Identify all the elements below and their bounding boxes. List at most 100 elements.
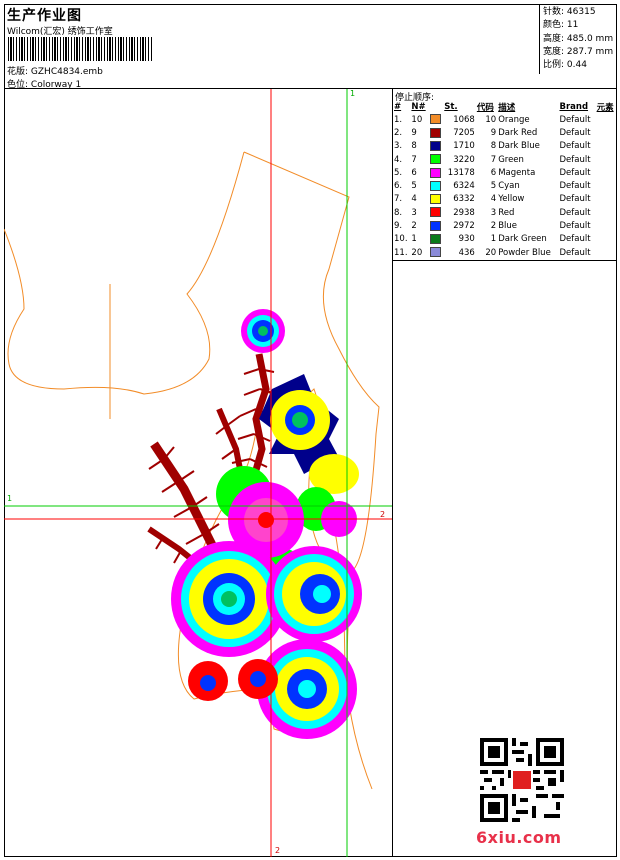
- barcode: [8, 37, 153, 61]
- needle-number: 9: [411, 127, 417, 138]
- table-row: 3. 8 1710 8 Dark Blue Default: [393, 140, 617, 153]
- needle-number: 3: [411, 207, 417, 218]
- design-name: 花版: GZHC4834.emb: [7, 67, 103, 77]
- color-swatch: [429, 233, 444, 246]
- color-description: Green: [498, 154, 524, 165]
- table-row: 1. 10 1068 10 Orange Default: [393, 113, 617, 126]
- color-code: 6: [490, 167, 497, 178]
- table-row: 8. 3 2938 3 Red Default: [393, 206, 617, 219]
- color-code: 8: [490, 141, 497, 152]
- color-swatch: [429, 219, 444, 232]
- color-code: 9: [490, 127, 497, 138]
- stat-stitches: 针数: 46315: [543, 7, 596, 17]
- needle-number: 7: [411, 154, 417, 165]
- color-description: Red: [498, 207, 515, 218]
- embroidery-preview: [4, 89, 392, 857]
- stop-index: 2.: [394, 127, 403, 138]
- color-swatch: [429, 126, 444, 139]
- color-swatch-icon: [429, 127, 441, 138]
- color-swatch-icon: [429, 180, 441, 191]
- qr-seal-icon: [511, 769, 533, 791]
- needle-number: 1: [411, 234, 417, 245]
- color-description: Powder Blue: [498, 247, 551, 258]
- brand: Default: [559, 221, 591, 232]
- table-row: 6. 5 6324 5 Cyan Default: [393, 179, 617, 192]
- needle-number: 5: [411, 181, 417, 192]
- brand: Default: [559, 154, 591, 165]
- stitch-count: 1068: [453, 114, 475, 125]
- stitch-count: 6332: [453, 194, 475, 205]
- brand: Default: [559, 234, 591, 245]
- stitch-count: 2938: [453, 207, 475, 218]
- table-divider: [393, 260, 617, 261]
- element: [596, 206, 617, 219]
- color-description: Magenta: [498, 167, 536, 178]
- brand: Default: [559, 247, 591, 258]
- element: [596, 113, 617, 126]
- stitch-count: 930: [458, 234, 475, 245]
- stop-index: 3.: [394, 141, 403, 152]
- stop-sequence-table: # N# St. 代码 描述 Brand 元素 1. 10 1068 10 Orange…: [393, 101, 617, 259]
- page-title: 生产作业图: [7, 8, 82, 24]
- color-swatch: [429, 113, 444, 126]
- stat-colors: 颜色: 11: [543, 20, 579, 31]
- stop-index: 7.: [394, 194, 403, 205]
- element: [596, 140, 617, 153]
- stitch-count: 1710: [453, 141, 475, 152]
- stop-index: 9.: [394, 221, 403, 232]
- stat-height: 高度: 485.0 mm: [543, 33, 614, 44]
- color-description: Dark Red: [498, 127, 538, 138]
- stop-index: 10.: [394, 234, 408, 245]
- watermark-logo: 6xiu.com: [476, 828, 562, 847]
- stats-panel: 针数: 46315 颜色: 11 高度: 485.0 mm 宽度: 287.7 …: [539, 4, 617, 74]
- color-swatch: [429, 140, 444, 153]
- brand: Default: [559, 127, 591, 138]
- color-swatch-icon: [429, 114, 441, 125]
- guide-label-h2: 2: [380, 510, 386, 519]
- color-swatch: [429, 166, 444, 179]
- stitch-count: 2972: [453, 221, 475, 232]
- color-swatch: [429, 193, 444, 206]
- element: [596, 233, 617, 246]
- color-code: 4: [490, 194, 497, 205]
- table-row: 7. 4 6332 4 Yellow Default: [393, 193, 617, 206]
- color-swatch-icon: [429, 154, 441, 165]
- brand: Default: [559, 114, 591, 125]
- stop-index: 8.: [394, 207, 403, 218]
- table-row: 5. 6 13178 6 Magenta Default: [393, 166, 617, 179]
- element: [596, 153, 617, 166]
- qr-code: [480, 738, 564, 822]
- stop-index: 5.: [394, 167, 403, 178]
- color-description: Blue: [498, 221, 517, 232]
- element: [596, 193, 617, 206]
- color-description: Orange: [498, 114, 530, 125]
- stitch-count: 6324: [453, 181, 475, 192]
- brand: Default: [559, 207, 591, 218]
- color-swatch-icon: [429, 194, 441, 205]
- stitch-count: 436: [458, 247, 475, 258]
- color-swatch: [429, 246, 444, 259]
- element: [596, 246, 617, 259]
- color-code: 7: [490, 154, 497, 165]
- brand: Default: [559, 167, 591, 178]
- table-header: # N# St. 代码 描述 Brand 元素: [394, 102, 614, 113]
- table-row: 4. 7 3220 7 Green Default: [393, 153, 617, 166]
- needle-number: 6: [411, 167, 417, 178]
- color-code: 5: [490, 181, 497, 192]
- color-code: 2: [490, 221, 497, 232]
- color-description: Dark Green: [498, 234, 547, 245]
- stop-index: 11.: [394, 247, 408, 258]
- flower-top-small: [241, 309, 285, 353]
- element: [596, 179, 617, 192]
- stitch-count: 3220: [453, 154, 475, 165]
- subtitle: Wilcom(汇宏) 绣饰工作室: [7, 27, 113, 37]
- color-description: Cyan: [498, 181, 520, 192]
- flower-large-right: [266, 546, 362, 642]
- stat-width: 宽度: 287.7 mm: [543, 46, 614, 57]
- design-canvas: 1 2 1 2: [4, 89, 392, 857]
- color-description: Yellow: [498, 194, 525, 205]
- color-swatch-icon: [429, 247, 441, 258]
- stitch-count: 7205: [453, 127, 475, 138]
- color-swatch: [429, 206, 444, 219]
- color-swatch-icon: [429, 207, 441, 218]
